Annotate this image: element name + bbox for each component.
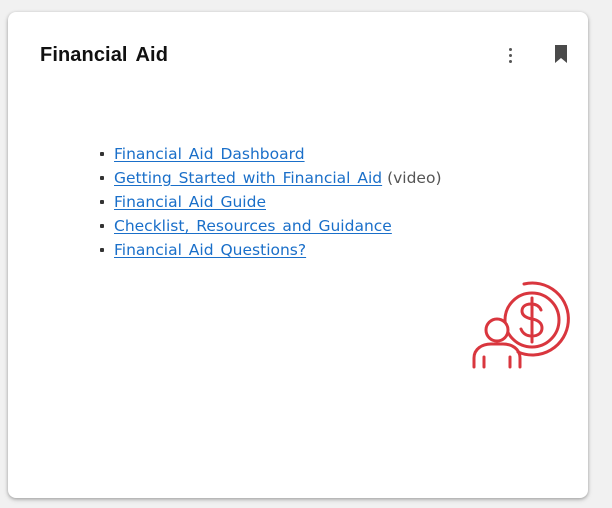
- list-item: Financial Aid Questions?: [100, 238, 442, 262]
- bullet-icon: [100, 224, 104, 228]
- link-financial-aid-questions[interactable]: Financial Aid Questions?: [114, 241, 306, 259]
- bookmark-icon[interactable]: [554, 44, 568, 64]
- bullet-icon: [100, 200, 104, 204]
- bullet-icon: [100, 152, 104, 156]
- link-checklist-resources[interactable]: Checklist, Resources and Guidance: [114, 217, 392, 235]
- bullet-icon: [100, 176, 104, 180]
- list-item: Getting Started with Financial Aid (vide…: [100, 166, 442, 190]
- link-financial-aid-dashboard[interactable]: Financial Aid Dashboard: [114, 145, 305, 163]
- kebab-menu-icon: [508, 47, 512, 51]
- video-label: (video): [387, 169, 442, 187]
- financial-aid-card: Financial Aid Financial Aid Dashboard Ge…: [8, 12, 588, 498]
- link-getting-started[interactable]: Getting Started with Financial Aid: [114, 169, 382, 187]
- link-financial-aid-guide[interactable]: Financial Aid Guide: [114, 193, 266, 211]
- person-with-dollar-coin-icon: [472, 281, 570, 369]
- financial-aid-links: Financial Aid Dashboard Getting Started …: [100, 142, 442, 262]
- list-item: Checklist, Resources and Guidance: [100, 214, 442, 238]
- card-title: Financial Aid: [40, 44, 169, 66]
- more-options-button[interactable]: [502, 42, 518, 68]
- bullet-icon: [100, 248, 104, 252]
- kebab-dot: [508, 53, 512, 57]
- kebab-dot: [508, 59, 512, 63]
- list-item: Financial Aid Dashboard: [100, 142, 442, 166]
- list-item: Financial Aid Guide: [100, 190, 442, 214]
